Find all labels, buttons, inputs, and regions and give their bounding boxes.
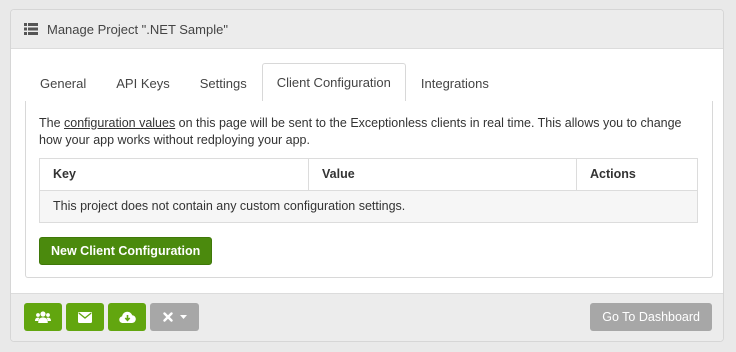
go-to-dashboard-button[interactable]: Go To Dashboard: [590, 303, 712, 331]
caret-down-icon: [179, 315, 187, 319]
tab-client-configuration[interactable]: Client Configuration: [261, 63, 406, 102]
empty-table-message: This project does not contain any custom…: [40, 191, 697, 222]
delete-dropdown-button[interactable]: [150, 303, 199, 331]
cloud-download-icon: [118, 311, 136, 323]
description-prefix: The: [39, 116, 65, 130]
email-button[interactable]: [66, 303, 104, 331]
table-header: Key Value Actions: [40, 159, 697, 191]
tab-integrations[interactable]: Integrations: [406, 64, 504, 101]
description-text: The configuration values on this page wi…: [39, 115, 703, 149]
new-client-configuration-button[interactable]: New Client Configuration: [39, 237, 213, 265]
panel-heading: Manage Project ".NET Sample": [11, 10, 723, 49]
manage-project-panel: Manage Project ".NET Sample" General API…: [10, 9, 724, 342]
column-header-value: Value: [308, 159, 576, 190]
users-button[interactable]: [24, 303, 62, 331]
client-configuration-pane: The configuration values on this page wi…: [25, 101, 713, 278]
page-title: Manage Project ".NET Sample": [47, 21, 228, 37]
tab-bar: General API Keys Settings Client Configu…: [25, 63, 709, 102]
panel-body: General API Keys Settings Client Configu…: [11, 49, 723, 293]
close-icon: [162, 312, 173, 322]
panel-footer: Go To Dashboard: [11, 293, 723, 341]
envelope-icon: [78, 311, 92, 323]
column-header-key: Key: [53, 167, 76, 181]
configuration-table: Key Value Actions This project does not …: [39, 158, 698, 223]
users-icon: [35, 311, 51, 323]
tab-api-keys[interactable]: API Keys: [101, 64, 184, 101]
tab-settings[interactable]: Settings: [185, 64, 262, 101]
tab-general[interactable]: General: [25, 64, 101, 101]
list-icon: [24, 23, 38, 35]
download-button[interactable]: [108, 303, 146, 331]
configuration-values-link[interactable]: configuration values: [64, 116, 175, 130]
column-header-actions: Actions: [576, 159, 697, 190]
